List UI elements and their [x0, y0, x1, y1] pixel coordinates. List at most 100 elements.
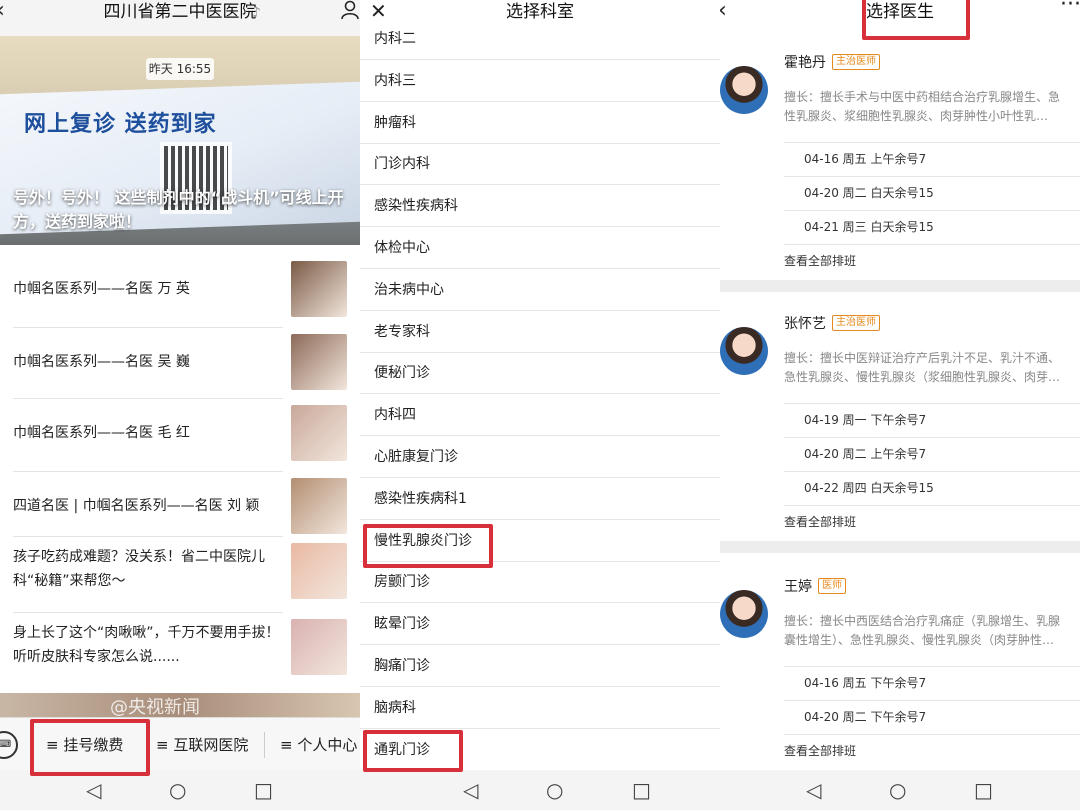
- department-item[interactable]: 通乳门诊: [360, 729, 720, 771]
- keyboard-icon[interactable]: ⌨: [0, 731, 18, 759]
- schedule-slot[interactable]: 04-20 周二 下午余号7: [784, 700, 1080, 734]
- official-account-panel: ‹ 四川省第二中医医院 ♪ 昨天 16:55 网上复诊 送药到家 号外！号外！ …: [0, 0, 360, 810]
- news-divider: [13, 327, 283, 328]
- department-name: 眩晕门诊: [374, 616, 430, 633]
- triangle-back-icon[interactable]: ◁: [806, 779, 821, 801]
- view-all-label: 查看全部排班: [784, 744, 857, 758]
- news-thumbnail: [291, 619, 347, 675]
- system-nav-bar: ◁ ○ □: [360, 770, 720, 810]
- department-name: 胸痛门诊: [374, 658, 430, 674]
- news-item[interactable]: 巾帼名医系列——名医 万 英: [0, 261, 360, 328]
- ear-icon: ♪: [252, 5, 261, 21]
- square-recents-icon[interactable]: □: [254, 779, 273, 801]
- doctor-avatar[interactable]: [720, 590, 768, 638]
- department-item[interactable]: 老专家科: [360, 311, 720, 353]
- panel3-header: ‹ 选择医生 ···: [720, 0, 1080, 36]
- tab-registration-payment[interactable]: ≡ 挂号缴费: [46, 732, 123, 758]
- department-item[interactable]: 房颤门诊: [360, 561, 720, 604]
- circle-home-icon[interactable]: ○: [546, 779, 563, 801]
- department-item[interactable]: 胸痛门诊: [360, 645, 720, 687]
- person-icon[interactable]: [340, 0, 360, 24]
- schedule-slot[interactable]: 04-22 周四 白天余号15: [784, 471, 1080, 505]
- news-item[interactable]: 巾帼名医系列——名医 毛 红: [0, 405, 360, 472]
- card-separator: [720, 541, 1080, 553]
- slot-text: 04-20 周二 下午余号7: [804, 710, 927, 724]
- doctor-specialty: 囊性增生）、急性乳腺炎、慢性乳腺炎（肉芽肿性…: [784, 633, 1055, 647]
- account-title: 四川省第二中医医院: [103, 2, 257, 22]
- menu-bar: ⌨ ≡ 挂号缴费 ≡ 互联网医院 ≡ 个人中心: [0, 717, 360, 770]
- department-item[interactable]: 感染性疾病科1: [360, 478, 720, 520]
- schedule-slot[interactable]: 04-16 周五 上午余号7: [784, 142, 1080, 176]
- department-item[interactable]: 内科三: [360, 60, 720, 102]
- department-item[interactable]: 感染性疾病科: [360, 185, 720, 228]
- department-name: 门诊内科: [374, 156, 430, 173]
- page-title: 选择医生: [866, 2, 934, 22]
- department-name: 便秘门诊: [374, 365, 430, 382]
- department-name: 脑病科: [374, 699, 416, 716]
- tab-personal-center[interactable]: ≡ 个人中心: [280, 732, 357, 758]
- news-title: 巾帼名医系列——名医 吴 巍: [13, 354, 190, 370]
- schedule-slot[interactable]: 04-20 周二 白天余号15: [784, 176, 1080, 210]
- tab-divider: [147, 732, 148, 758]
- doctor-specialty: 性乳腺炎、浆细胞性乳腺炎、肉芽肿性小叶性乳…: [784, 109, 1049, 123]
- department-name: 感染性疾病科: [374, 198, 458, 215]
- doctor-avatar[interactable]: [720, 327, 768, 375]
- view-all-schedule-link[interactable]: 查看全部排班: [784, 505, 1080, 539]
- square-recents-icon[interactable]: □: [974, 779, 993, 801]
- triangle-back-icon[interactable]: ◁: [463, 779, 478, 801]
- news-item[interactable]: 身上长了这个“肉啾啾”，千万不要用手拔！听听皮肤科专家怎么说......: [0, 619, 360, 679]
- doctor-name[interactable]: 王婷: [784, 576, 812, 596]
- schedule-slot[interactable]: 04-19 周一 下午余号7: [784, 403, 1080, 437]
- system-nav-bar: ◁ ○ □: [720, 770, 1080, 810]
- department-item[interactable]: 肿瘤科: [360, 102, 720, 144]
- doctor-title-badge: 主治医师: [832, 315, 880, 331]
- department-name: 内科三: [374, 72, 416, 89]
- schedule-slot[interactable]: 04-21 周三 白天余号15: [784, 210, 1080, 244]
- triangle-back-icon[interactable]: ◁: [86, 779, 101, 801]
- news-thumbnail: [291, 543, 347, 599]
- tab-internet-hospital[interactable]: ≡ 互联网医院: [156, 732, 248, 758]
- view-all-schedule-link[interactable]: 查看全部排班: [784, 734, 1080, 768]
- news-item[interactable]: 巾帼名医系列——名医 吴 巍: [0, 334, 360, 399]
- circle-home-icon[interactable]: ○: [169, 779, 186, 801]
- news-title: 四道名医 | 巾帼名医系列——名医 刘 颖: [13, 498, 260, 514]
- doctor-name[interactable]: 霍艳丹: [784, 52, 826, 72]
- department-name: 肿瘤科: [374, 114, 416, 131]
- news-item[interactable]: 孩子吃药成难题？没关系！省二中医院儿科“秘籍”来帮您～: [0, 543, 360, 613]
- news-item[interactable]: 四道名医 | 巾帼名医系列——名医 刘 颖: [0, 478, 360, 538]
- more-dots-icon[interactable]: ···: [1060, 0, 1080, 18]
- department-item[interactable]: 治未病中心: [360, 269, 720, 311]
- news-divider: [13, 471, 283, 472]
- department-item[interactable]: 门诊内科: [360, 143, 720, 186]
- department-name: 内科四: [374, 407, 416, 424]
- square-recents-icon[interactable]: □: [632, 779, 651, 801]
- slot-divider: [784, 244, 1080, 245]
- department-item[interactable]: 内科四: [360, 394, 720, 437]
- select-doctor-panel: ‹ 选择医生 ··· 霍艳丹主治医师擅长：擅长手术与中医中药相结合治疗乳腺增生、…: [720, 0, 1080, 810]
- department-name: 内科二: [374, 31, 416, 47]
- doctor-title-badge: 医师: [818, 578, 846, 594]
- news-divider: [13, 612, 283, 613]
- schedule-slot[interactable]: 04-16 周五 下午余号7: [784, 666, 1080, 700]
- department-item[interactable]: 眩晕门诊: [360, 603, 720, 646]
- department-name: 感染性疾病科1: [374, 490, 467, 507]
- department-item[interactable]: 便秘门诊: [360, 352, 720, 395]
- department-item[interactable]: 体检中心: [360, 227, 720, 269]
- slot-text: 04-21 周三 白天余号15: [804, 220, 934, 234]
- doctor-card: 王婷 医师 擅长：擅长中西医结合治疗乳痛症（乳腺增生、乳腺 囊性增生）、急性乳腺炎、慢…: [720, 560, 1080, 796]
- doctor-name[interactable]: 张怀艺: [784, 313, 826, 333]
- circle-home-icon[interactable]: ○: [889, 779, 906, 801]
- department-item[interactable]: 内科二: [360, 18, 720, 60]
- tab-divider: [264, 732, 265, 758]
- department-name: 治未病中心: [374, 281, 444, 298]
- doctor-avatar[interactable]: [720, 66, 768, 114]
- schedule-slot[interactable]: 04-20 周二 上午余号7: [784, 437, 1080, 471]
- news-title: 身上长了这个“肉啾啾”，千万不要用手拔！听听皮肤科专家怎么说......: [13, 625, 280, 665]
- slot-text: 04-16 周五 下午余号7: [804, 676, 927, 690]
- view-all-schedule-link[interactable]: 查看全部排班: [784, 244, 1080, 278]
- department-item[interactable]: 慢性乳腺炎门诊: [360, 520, 720, 562]
- news-title: 巾帼名医系列——名医 万 英: [13, 281, 190, 297]
- news-banner[interactable]: 昨天 16:55 网上复诊 送药到家 号外！号外！ 这些制剂中的“战斗机”可线上…: [0, 36, 360, 245]
- department-item[interactable]: 脑病科: [360, 687, 720, 729]
- department-item[interactable]: 心脏康复门诊: [360, 436, 720, 478]
